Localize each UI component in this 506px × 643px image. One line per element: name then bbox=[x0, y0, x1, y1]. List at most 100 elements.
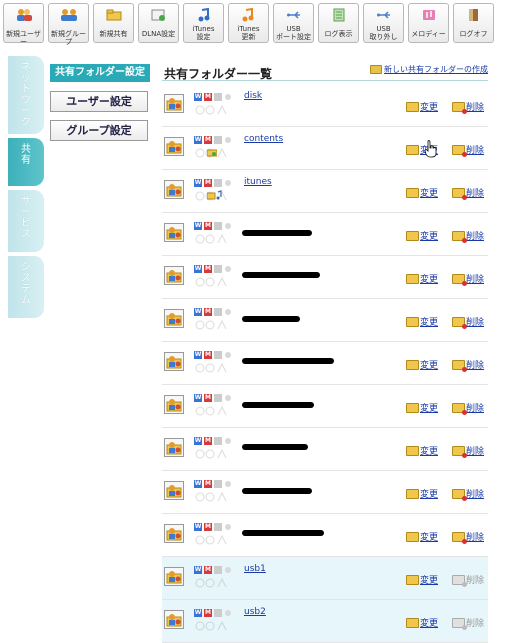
submenu-share-folder-settings[interactable]: 共有フォルダー設定 bbox=[50, 64, 150, 82]
delete-link[interactable]: 削除 bbox=[452, 444, 484, 458]
folder-user-icon[interactable] bbox=[164, 524, 184, 543]
share-folder-row: W M disk 変更 削除 bbox=[162, 84, 488, 127]
edit-label: 変更 bbox=[420, 361, 439, 371]
delete-link[interactable]: 削除 bbox=[452, 229, 484, 243]
delete-folder-icon bbox=[452, 144, 467, 157]
edit-link[interactable]: 変更 bbox=[406, 315, 438, 328]
share-folder-row: W M usb2 変更 削除 bbox=[162, 600, 488, 643]
delete-folder-icon bbox=[452, 488, 467, 501]
share-folder-row: W M 変更 削除 bbox=[162, 385, 488, 428]
melody-button[interactable]: メロディー bbox=[408, 3, 449, 43]
tab-service[interactable]: サービス bbox=[8, 190, 44, 252]
edit-link[interactable]: 変更 bbox=[406, 616, 438, 629]
new-user-button[interactable]: 新規ユーザー bbox=[3, 3, 44, 46]
folder-user-icon[interactable] bbox=[164, 567, 184, 586]
access-flags-icon bbox=[195, 448, 227, 459]
folder-icon bbox=[370, 65, 382, 74]
disabled-status-icon bbox=[225, 395, 231, 401]
logoff-button[interactable]: ログオフ bbox=[453, 3, 494, 43]
logoff-icon bbox=[454, 7, 493, 23]
folder-user-icon[interactable] bbox=[164, 352, 184, 371]
folder-user-icon[interactable] bbox=[164, 94, 184, 113]
delete-link[interactable]: 削除 bbox=[452, 401, 484, 415]
edit-link[interactable]: 変更 bbox=[406, 186, 438, 199]
folder-icon bbox=[94, 7, 133, 23]
folder-user-icon[interactable] bbox=[164, 266, 184, 285]
edit-folder-icon bbox=[406, 359, 419, 370]
folder-user-icon[interactable] bbox=[164, 610, 184, 629]
delete-label: 削除 bbox=[466, 361, 485, 371]
edit-link[interactable]: 変更 bbox=[406, 401, 438, 414]
edit-link[interactable]: 変更 bbox=[406, 573, 438, 586]
folder-user-icon[interactable] bbox=[164, 137, 184, 156]
log-view-button[interactable]: ログ表示 bbox=[318, 3, 359, 43]
share-folder-row: W M 変更 削除 bbox=[162, 428, 488, 471]
submenu-user-settings[interactable]: ユーザー設定 bbox=[50, 91, 148, 112]
edit-folder-icon bbox=[406, 617, 419, 628]
share-folder-row: W M 変更 削除 bbox=[162, 256, 488, 299]
users-icon bbox=[4, 7, 43, 23]
tab-share[interactable]: 共有 bbox=[8, 138, 44, 186]
usb-port-settings-button[interactable]: USB ポート設定 bbox=[273, 3, 314, 43]
access-flags-icon bbox=[195, 620, 227, 631]
access-flags-icon bbox=[195, 276, 227, 287]
new-share-button[interactable]: 新規共有 bbox=[93, 3, 134, 43]
new-group-button[interactable]: 新規グループ bbox=[48, 3, 89, 46]
mac-access-badge: M bbox=[204, 566, 212, 574]
new-share-folder-label: 新しい共有フォルダーの作成 bbox=[384, 65, 488, 74]
share-folder-row: W M 変更 削除 bbox=[162, 299, 488, 342]
disabled-access-badge bbox=[214, 179, 222, 187]
tab-network[interactable]: ネットワーク bbox=[8, 56, 44, 134]
delete-folder-icon bbox=[452, 617, 467, 630]
disabled-access-badge bbox=[214, 351, 222, 359]
dlna-settings-button[interactable]: DLNA設定 bbox=[138, 3, 179, 43]
edit-link[interactable]: 変更 bbox=[406, 100, 438, 113]
folder-name-link[interactable]: itunes bbox=[244, 177, 272, 187]
new-share-folder-link[interactable]: 新しい共有フォルダーの作成 bbox=[370, 64, 488, 75]
usb-eject-button[interactable]: USB 取り外し bbox=[363, 3, 404, 43]
folder-user-icon[interactable] bbox=[164, 180, 184, 199]
edit-link[interactable]: 変更 bbox=[406, 229, 438, 242]
folder-user-icon[interactable] bbox=[164, 223, 184, 242]
folder-name-link[interactable]: usb2 bbox=[244, 607, 266, 617]
delete-link[interactable]: 削除 bbox=[452, 186, 484, 200]
edit-link[interactable]: 変更 bbox=[406, 487, 438, 500]
delete-link[interactable]: 削除 bbox=[452, 143, 484, 157]
delete-link[interactable]: 削除 bbox=[452, 487, 484, 501]
edit-label: 変更 bbox=[420, 232, 439, 242]
mac-access-badge: M bbox=[204, 179, 212, 187]
edit-folder-icon bbox=[406, 230, 419, 241]
music-refresh-icon bbox=[229, 7, 268, 23]
disabled-status-icon bbox=[225, 352, 231, 358]
edit-folder-icon bbox=[406, 273, 419, 284]
delete-link[interactable]: 削除 bbox=[452, 358, 485, 372]
edit-link[interactable]: 変更 bbox=[406, 530, 438, 543]
folder-user-icon[interactable] bbox=[164, 438, 184, 457]
folder-user-icon[interactable] bbox=[164, 309, 184, 328]
folder-name-link[interactable]: contents bbox=[244, 134, 283, 144]
disabled-status-icon bbox=[225, 223, 231, 229]
folder-name-link[interactable]: disk bbox=[244, 91, 262, 101]
tab-system[interactable]: システム bbox=[8, 256, 44, 318]
group-icon bbox=[49, 7, 88, 23]
delete-link[interactable]: 削除 bbox=[452, 272, 484, 286]
edit-label: 変更 bbox=[420, 447, 439, 457]
edit-link[interactable]: 変更 bbox=[406, 444, 438, 457]
itunes-update-button[interactable]: iTunes 更新 bbox=[228, 3, 269, 43]
delete-link[interactable]: 削除 bbox=[452, 315, 484, 329]
folder-user-icon[interactable] bbox=[164, 481, 184, 500]
disabled-status-icon bbox=[225, 524, 231, 530]
folder-user-icon[interactable] bbox=[164, 395, 184, 414]
delete-link: 削除 bbox=[452, 573, 484, 587]
delete-folder-icon bbox=[452, 531, 467, 544]
redacted-folder-name bbox=[242, 358, 334, 364]
share-folder-row: W M contents 変更 削除 bbox=[162, 127, 488, 170]
edit-link[interactable]: 変更 bbox=[406, 272, 438, 285]
edit-link[interactable]: 変更 bbox=[406, 358, 438, 371]
delete-link[interactable]: 削除 bbox=[452, 100, 484, 114]
folder-name-link[interactable]: usb1 bbox=[244, 564, 266, 574]
edit-folder-icon bbox=[406, 574, 419, 585]
submenu-group-settings[interactable]: グループ設定 bbox=[50, 120, 148, 141]
itunes-settings-button[interactable]: iTunes 設定 bbox=[183, 3, 224, 43]
delete-link[interactable]: 削除 bbox=[452, 530, 484, 544]
